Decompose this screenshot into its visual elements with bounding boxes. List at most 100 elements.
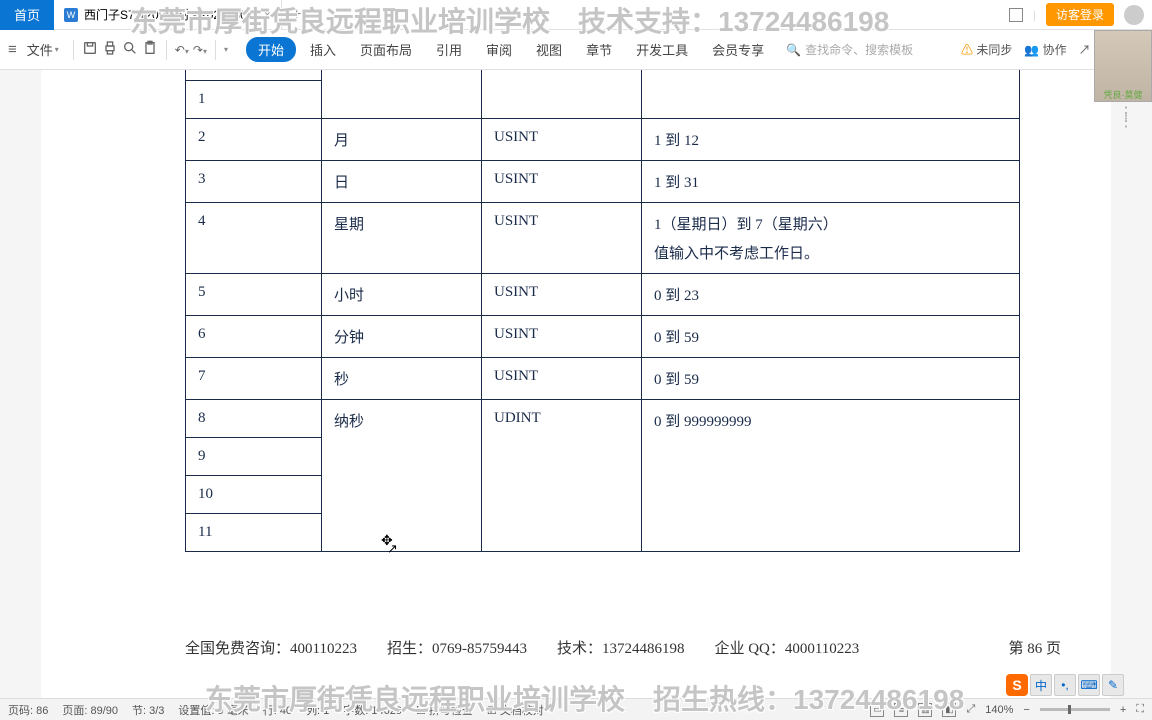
- table-cell: 1 到 12: [642, 119, 1020, 161]
- print-icon[interactable]: [102, 40, 118, 59]
- ime-keyboard-icon[interactable]: ⌨: [1078, 674, 1100, 696]
- table-cell: 8: [186, 400, 322, 438]
- title-bar: 首页 W 西门子S7-1200教材 - 20210302 × + | 访客登录: [0, 0, 1152, 30]
- sogou-icon[interactable]: S: [1006, 674, 1028, 696]
- save-icon[interactable]: [82, 40, 98, 59]
- status-chars[interactable]: 字数: 14629: [343, 702, 402, 718]
- document-title: 西门子S7-1200教材 - 20210302: [84, 6, 253, 23]
- collab-button[interactable]: 👥 协作: [1024, 41, 1066, 58]
- login-button[interactable]: 访客登录: [1046, 3, 1114, 26]
- search-icon: 🔍: [786, 43, 801, 57]
- fullscreen-icon[interactable]: ⛶: [1136, 703, 1144, 716]
- ime-toolbar[interactable]: S 中 •, ⌨ ✎: [1006, 674, 1124, 696]
- menu-icon[interactable]: ≡: [8, 41, 17, 58]
- table-cell: 日: [322, 161, 482, 203]
- table-cell: UDINT: [482, 400, 642, 552]
- tab-start[interactable]: 开始: [246, 37, 296, 62]
- footer-contact: 全国免费咨询：400110223 招生：0769-85759443 技术：137…: [185, 637, 859, 658]
- table-cell: 10: [186, 476, 322, 514]
- status-doccheck[interactable]: ☑ 文档校对: [487, 702, 544, 718]
- table-cell: 小时: [322, 274, 482, 316]
- toolbar: ≡ 文件▾ ↶▾ ↷▾ ▾ 开始 插入 页面布局 引用 审阅 视图 章节 开发工…: [0, 30, 1152, 70]
- new-tab-button[interactable]: +: [282, 6, 311, 24]
- table-cell: USINT: [482, 316, 642, 358]
- avatar-icon[interactable]: [1124, 5, 1144, 25]
- page-footer: 全国免费咨询：400110223 招生：0769-85759443 技术：137…: [185, 637, 1061, 658]
- table-cell: 1（星期日）到 7（星期六）值输入中不考虑工作日。: [642, 203, 1020, 274]
- table-cell: 1 到 31: [642, 161, 1020, 203]
- table-cell: USINT: [482, 161, 642, 203]
- table-cell: 4: [186, 203, 322, 274]
- tab-home[interactable]: 首页: [0, 0, 54, 30]
- status-setval[interactable]: 设置值: 9 毫米: [178, 702, 248, 718]
- tab-dev[interactable]: 开发工具: [626, 40, 698, 59]
- zoom-out-icon[interactable]: −: [1023, 704, 1029, 716]
- status-pages[interactable]: 页面: 89/90: [62, 702, 118, 718]
- table-cell: 秒: [322, 358, 482, 400]
- word-icon: W: [64, 8, 78, 22]
- view-mode-2-icon[interactable]: ≡: [894, 703, 908, 717]
- table-cell: 0 到 59: [642, 316, 1020, 358]
- table-cell: 9: [186, 438, 322, 476]
- table-cell: USINT: [482, 119, 642, 161]
- table-cell: 分钟: [322, 316, 482, 358]
- side-drag-icon[interactable]: ⋮⋮: [1118, 110, 1134, 126]
- status-spellcheck[interactable]: ☑ 拼写检查: [416, 702, 473, 718]
- file-menu[interactable]: 文件▾: [21, 40, 65, 59]
- data-table: 1 2月USINT1 到 12 3日USINT1 到 31 4星期USINT1（…: [185, 70, 1020, 552]
- tab-view[interactable]: 视图: [526, 40, 572, 59]
- zoom-in-icon[interactable]: +: [1120, 704, 1126, 716]
- table-cell: 3: [186, 161, 322, 203]
- view-mode-3-icon[interactable]: ▥: [918, 703, 932, 717]
- table-cell: 2: [186, 119, 322, 161]
- status-col[interactable]: 列: 1: [306, 702, 329, 718]
- ime-settings-icon[interactable]: ✎: [1102, 674, 1124, 696]
- tab-ref[interactable]: 引用: [426, 40, 472, 59]
- tab-chapter[interactable]: 章节: [576, 40, 622, 59]
- table-cell: USINT: [482, 274, 642, 316]
- view-mode-4-icon[interactable]: ◧: [942, 703, 956, 717]
- search-input[interactable]: 🔍 查找命令、搜索模板: [786, 41, 913, 58]
- tab-document[interactable]: W 西门子S7-1200教材 - 20210302 ×: [54, 0, 282, 30]
- status-row[interactable]: 行: 40: [263, 702, 292, 718]
- tab-layout[interactable]: 页面布局: [350, 40, 422, 59]
- table-cell: 纳秒: [322, 400, 482, 552]
- table-cell: 6: [186, 316, 322, 358]
- warning-icon: ⚠: [961, 43, 973, 57]
- close-icon[interactable]: ×: [263, 7, 271, 22]
- print-preview-icon[interactable]: [122, 40, 138, 59]
- table-cell: 0 到 23: [642, 274, 1020, 316]
- window-icon[interactable]: [1009, 8, 1023, 22]
- table-cell: 7: [186, 358, 322, 400]
- status-section[interactable]: 节: 3/3: [132, 702, 164, 718]
- table-cell: 0 到 59: [642, 358, 1020, 400]
- table-cell: USINT: [482, 203, 642, 274]
- toolbar-overflow-icon[interactable]: ▾: [224, 45, 228, 54]
- table-cell: 月: [322, 119, 482, 161]
- paste-icon[interactable]: [142, 40, 158, 59]
- undo-icon[interactable]: ↶▾: [175, 43, 189, 57]
- status-page-label[interactable]: 页码: 86: [8, 702, 48, 718]
- redo-icon[interactable]: ↷▾: [193, 43, 207, 57]
- zoom-label[interactable]: 140%: [985, 704, 1013, 716]
- view-mode-1-icon[interactable]: ▭: [870, 703, 884, 717]
- table-cell: USINT: [482, 358, 642, 400]
- table-cell: 0 到 999999999: [642, 400, 1020, 552]
- footer-page-number: 第 86 页: [1008, 637, 1061, 658]
- tab-review[interactable]: 审阅: [476, 40, 522, 59]
- table-cell: 1: [186, 81, 322, 119]
- tab-insert[interactable]: 插入: [300, 40, 346, 59]
- fit-icon[interactable]: ⤢: [966, 703, 975, 716]
- table-cell: 11: [186, 514, 322, 552]
- ime-lang-button[interactable]: 中: [1030, 674, 1052, 696]
- zoom-slider[interactable]: [1040, 708, 1110, 711]
- table-cell: 星期: [322, 203, 482, 274]
- table-cell: 5: [186, 274, 322, 316]
- presenter-avatar[interactable]: 凭良·莫健: [1094, 30, 1152, 102]
- document-canvas: 1 2月USINT1 到 12 3日USINT1 到 31 4星期USINT1（…: [0, 70, 1152, 698]
- tab-member[interactable]: 会员专享: [702, 40, 774, 59]
- unsynced-button[interactable]: ⚠ 未同步: [961, 41, 1012, 58]
- status-bar: 页码: 86 页面: 89/90 节: 3/3 设置值: 9 毫米 行: 40 …: [0, 698, 1152, 720]
- page: 1 2月USINT1 到 12 3日USINT1 到 31 4星期USINT1（…: [41, 70, 1111, 698]
- ime-punct-button[interactable]: •,: [1054, 674, 1076, 696]
